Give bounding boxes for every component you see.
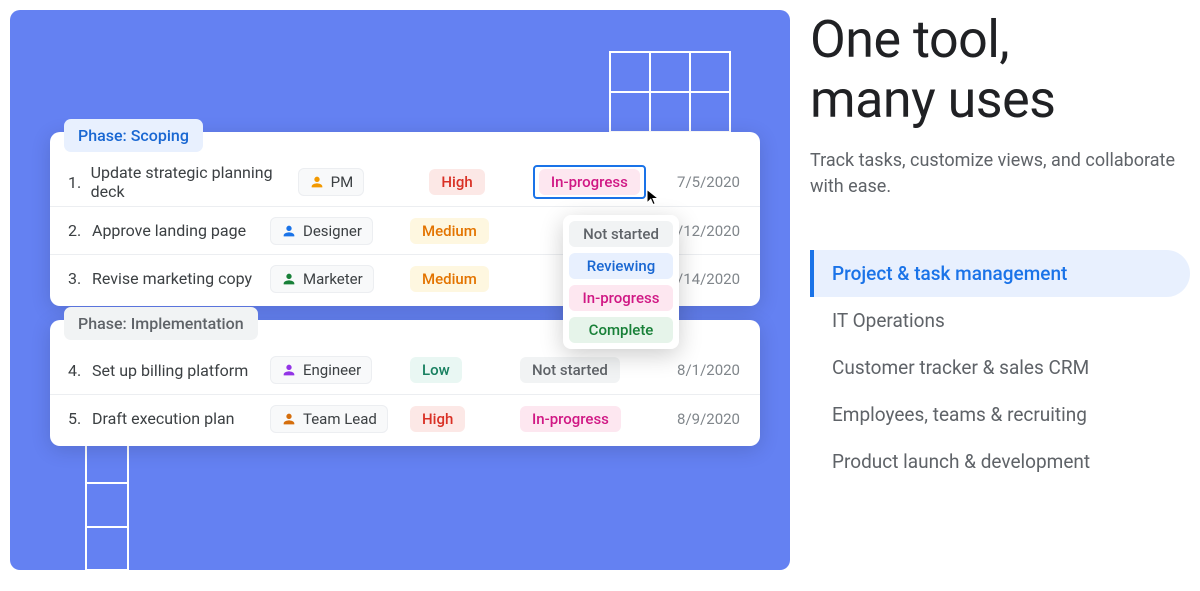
priority-chip[interactable]: Medium [410,266,489,292]
priority-chip[interactable]: High [429,169,484,195]
decorative-grid-bottom [85,440,129,570]
task-name: Approve landing page [92,221,270,240]
phase-badge[interactable]: Phase: Implementation [64,307,258,340]
task-name: Set up billing platform [92,361,270,380]
person-icon [281,411,297,427]
page-subtitle: Track tasks, customize views, and collab… [810,148,1190,200]
role-label: PM [331,173,354,191]
dropdown-option-in-progress[interactable]: In-progress [569,285,673,311]
row-number: 3. [68,269,92,288]
role-label: Team Lead [303,410,377,428]
priority-chip[interactable]: Medium [410,218,489,244]
app-preview-panel: Phase: Scoping 1. Update strategic plann… [10,10,790,570]
decorative-grid-top [610,52,730,132]
status-cell-active[interactable]: In-progress [533,165,646,199]
task-name: Update strategic planning deck [91,163,298,201]
dropdown-option-complete[interactable]: Complete [569,317,673,343]
use-case-project-task[interactable]: Project & task management [810,250,1190,297]
status-chip[interactable]: In-progress [520,406,621,432]
phase-badge[interactable]: Phase: Scoping [64,119,203,152]
table-row[interactable]: 4. Set up billing platform Engineer Low … [50,346,760,394]
role-chip[interactable]: PM [298,168,365,196]
task-name: Revise marketing copy [92,269,270,288]
role-chip[interactable]: Team Lead [270,405,388,433]
use-case-list: Project & task management IT Operations … [810,250,1190,485]
row-number: 1. [68,173,91,192]
priority-chip[interactable]: High [410,406,465,432]
status-chip: In-progress [539,169,640,195]
status-dropdown[interactable]: Not started Reviewing In-progress Comple… [563,215,679,349]
table-row[interactable]: 5. Draft execution plan Team Lead High I… [50,394,760,442]
table-row[interactable]: 1. Update strategic planning deck PM Hig… [50,158,760,206]
use-case-customer-crm[interactable]: Customer tracker & sales CRM [810,344,1190,391]
row-number: 5. [68,409,92,428]
date-cell: 8/1/2020 [650,361,740,379]
dropdown-option-not-started[interactable]: Not started [569,221,673,247]
row-number: 2. [68,221,92,240]
dropdown-option-reviewing[interactable]: Reviewing [569,253,673,279]
priority-chip[interactable]: Low [410,357,462,383]
role-label: Designer [303,222,362,240]
use-case-product-launch[interactable]: Product launch & development [810,438,1190,485]
person-icon [309,174,325,190]
person-icon [281,362,297,378]
use-case-it-operations[interactable]: IT Operations [810,297,1190,344]
status-chip[interactable]: Not started [520,357,620,383]
person-icon [281,271,297,287]
role-chip[interactable]: Engineer [270,356,372,384]
marketing-column: One tool, many uses Track tasks, customi… [810,0,1200,591]
person-icon [281,223,297,239]
role-chip[interactable]: Designer [270,217,373,245]
date-cell: 7/5/2020 [655,173,740,191]
role-chip[interactable]: Marketer [270,265,374,293]
row-number: 4. [68,361,92,380]
page-title: One tool, many uses [810,10,1190,130]
use-case-employees-teams[interactable]: Employees, teams & recruiting [810,391,1190,438]
task-name: Draft execution plan [92,409,270,428]
role-label: Engineer [303,361,361,379]
date-cell: 8/9/2020 [650,410,740,428]
role-label: Marketer [303,270,363,288]
